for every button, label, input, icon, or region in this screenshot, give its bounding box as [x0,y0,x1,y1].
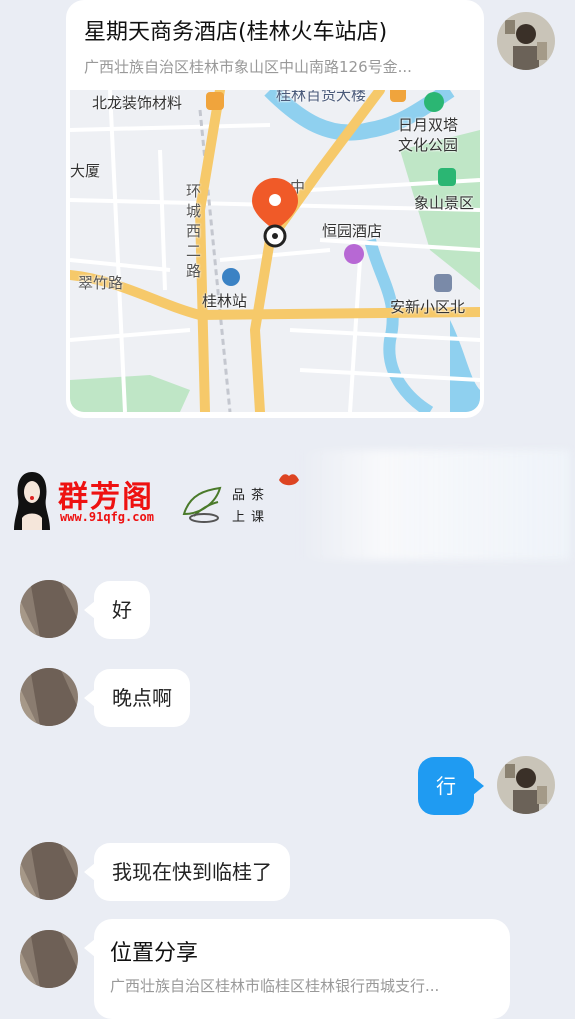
map-label-culture-park: 文化公园 [398,136,459,154]
message-bubble[interactable]: 我现在快到临桂了 [84,843,290,901]
banner-tag-line1: 品茶 [232,488,271,503]
location-map[interactable]: 北龙装饰材料 桂林百货大楼 日月双塔 文化公园 大厦 象山景区 环 城 西 二 … [70,90,480,412]
location-pin-icon [252,178,298,248]
message-bubble[interactable]: 晚点啊 [84,669,190,727]
map-label-beilong: 北龙装饰材料 [92,94,183,112]
blurred-area [300,450,570,560]
contact-avatar[interactable] [20,668,78,726]
map-label-dasha: 大厦 [70,162,101,180]
message-bubble[interactable]: 好 [84,581,150,639]
map-label-huancheng-4: 二 [186,242,202,260]
self-avatar[interactable] [497,12,555,70]
map-label-huancheng-3: 西 [186,222,202,240]
map-label-riyue: 日月双塔 [398,116,459,134]
contact-avatar[interactable] [20,930,78,988]
location-share-card[interactable]: 位置分享 广西壮族自治区桂林市临桂区桂林银行西城支行... [84,919,510,1019]
building-icon [434,274,452,292]
location-card[interactable]: 星期天商务酒店(桂林火车站店) 广西壮族自治区桂林市象山区中山南路126号金..… [66,0,484,418]
self-avatar[interactable] [497,756,555,814]
share-address: 广西壮族自治区桂林市临桂区桂林银行西城支行... [110,977,440,995]
map-label-huancheng-5: 路 [186,262,202,280]
watermark-banner: 群芳阁 www.91qfg.com 品茶 上课 [10,462,310,534]
tea-leaf-icon [180,484,226,524]
hotel-icon [344,244,364,264]
contact-avatar[interactable] [20,842,78,900]
railway-icon [222,268,240,286]
map-label-guilin-store: 桂林百货大楼 [276,90,367,104]
banner-url: www.91qfg.com [60,510,154,524]
location-address: 广西壮族自治区桂林市象山区中山南路126号金... [84,58,412,76]
message-bubble-outgoing[interactable]: 行 [418,757,484,815]
map-label-station: 桂林站 [202,292,248,310]
scenic-icon [438,168,456,186]
shopping-icon [206,92,224,110]
banner-tag-line2: 上课 [232,510,271,525]
woman-logo-icon [10,468,54,530]
map-label-hengyuan: 恒园酒店 [322,222,383,240]
map-label-anxin: 安新小区北 [390,298,466,316]
park-icon [424,92,444,112]
lips-icon [278,472,300,488]
map-label-huancheng-2: 城 [186,202,202,220]
map-label-xiangshan: 象山景区 [414,194,475,212]
shopping-icon-2 [390,90,406,102]
location-title: 星期天商务酒店(桂林火车站店) [84,20,388,45]
share-title: 位置分享 [110,941,199,966]
map-label-cuizhu: 翠竹路 [78,274,124,292]
contact-avatar[interactable] [20,580,78,638]
map-label-huancheng-1: 环 [186,182,202,200]
